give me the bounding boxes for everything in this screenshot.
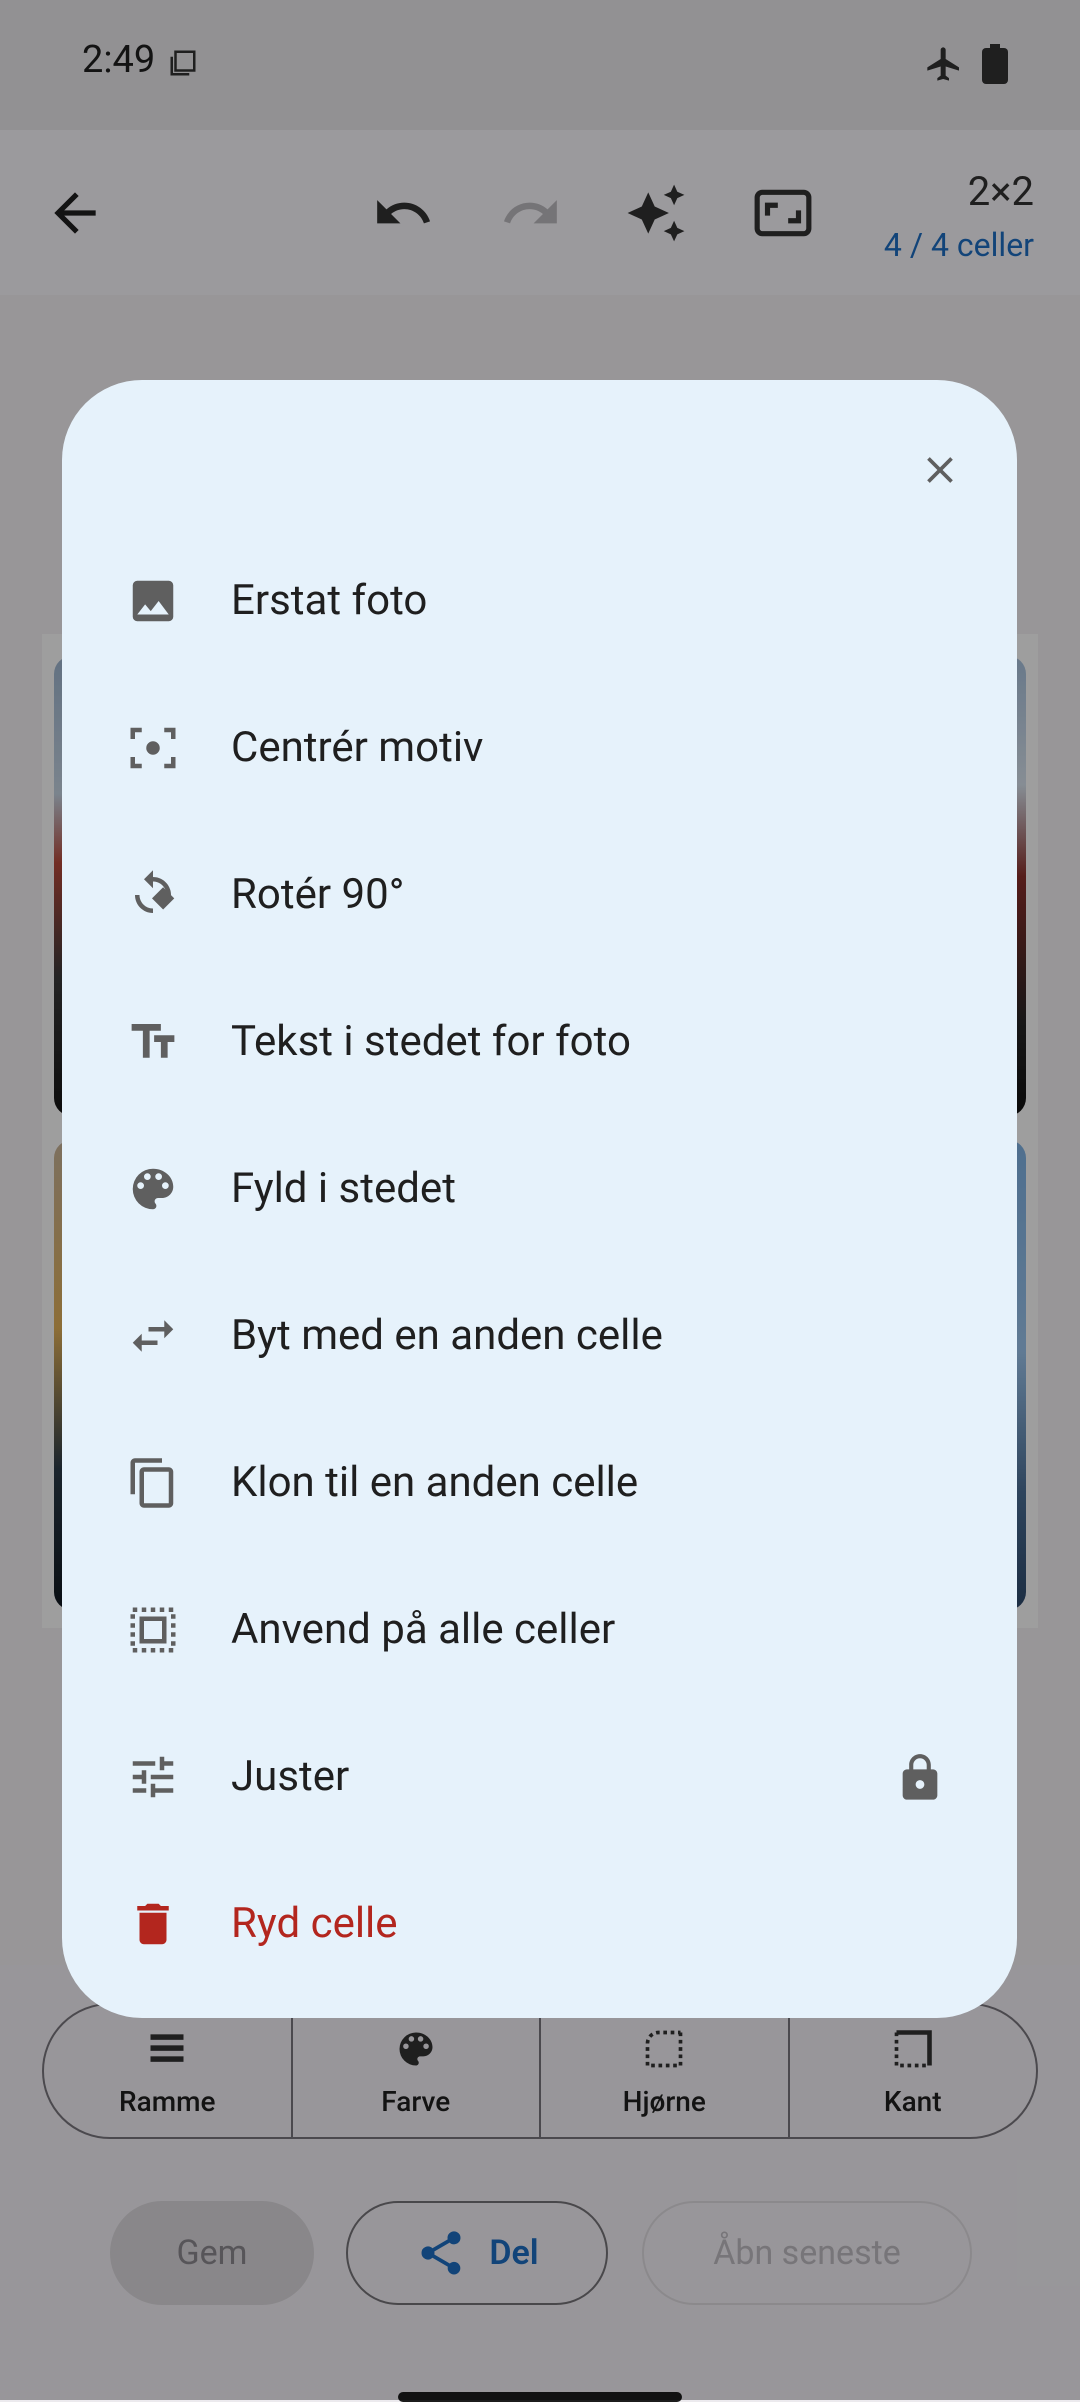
tune-icon [132,1756,174,1798]
menu-item-label: Anvend på alle celler [231,1605,616,1654]
rotate-icon [135,870,175,913]
select-all-icon [130,1607,176,1653]
menu-item-label: Fyld i stedet [231,1164,456,1213]
menu-item-label: Erstat foto [231,576,428,625]
delete-icon [137,1903,169,1945]
menu-item-label: Ryd celle [231,1899,398,1948]
close-icon [927,457,953,483]
menu-item-clone-cell[interactable]: Klon til en anden celle [62,1410,1017,1556]
menu-item-fill-instead[interactable]: Fyld i stedet [62,1116,1017,1262]
lock-icon [902,1754,938,1800]
menu-item-replace-photo[interactable]: Erstat foto [62,528,1017,674]
menu-item-label: Byt med en anden celle [231,1311,663,1360]
copy-icon [130,1458,174,1508]
menu-item-label: Juster [231,1752,350,1801]
cell-actions-dialog: Erstat foto Centrér motiv Rotér 90° Teks… [62,380,1017,2018]
menu-item-center-subject[interactable]: Centrér motiv [62,675,1017,821]
menu-item-rotate[interactable]: Rotér 90° [62,822,1017,968]
text-icon [131,1024,175,1058]
center-focus-icon [130,727,176,769]
menu-item-label: Centrér motiv [231,723,484,772]
menu-item-adjust[interactable]: Juster [62,1704,1017,1850]
menu-item-label: Rotér 90° [231,870,405,919]
menu-item-label: Tekst i stedet for foto [231,1017,631,1066]
swap-icon [132,1320,174,1352]
menu-item-text-instead[interactable]: Tekst i stedet for foto [62,969,1017,1115]
menu-item-clear-cell[interactable]: Ryd celle [62,1851,1017,1997]
menu-item-label: Klon til en anden celle [231,1458,639,1507]
image-icon [132,580,174,622]
palette-icon [132,1168,174,1210]
menu-item-swap-cell[interactable]: Byt med en anden celle [62,1263,1017,1409]
close-button[interactable] [900,430,980,510]
menu-item-apply-all[interactable]: Anvend på alle celler [62,1557,1017,1703]
